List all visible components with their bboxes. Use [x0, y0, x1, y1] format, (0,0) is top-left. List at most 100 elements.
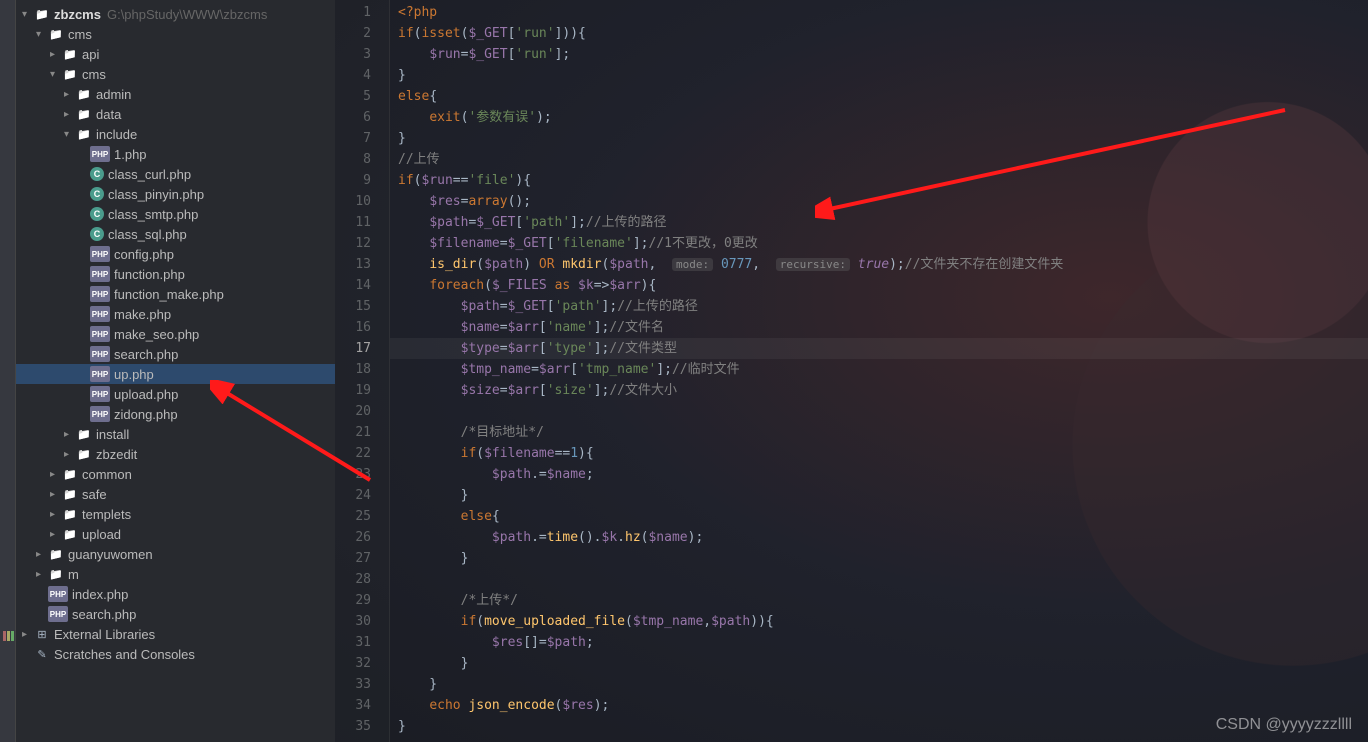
line-number[interactable]: 22 — [335, 443, 389, 464]
tree-item-search.php[interactable]: search.php — [16, 604, 335, 624]
chevron-icon[interactable]: ▸ — [50, 49, 60, 60]
line-number[interactable]: 31 — [335, 632, 389, 653]
line-number[interactable]: 30 — [335, 611, 389, 632]
editor[interactable]: 1234567891011121314151617181920212223242… — [335, 0, 1368, 742]
code-line[interactable]: //上传 — [398, 149, 1368, 170]
tree-item-cms[interactable]: ▾ cms — [16, 24, 335, 44]
tree-item-class_curl.php[interactable]: class_curl.php — [16, 164, 335, 184]
line-number[interactable]: 25 — [335, 506, 389, 527]
line-number[interactable]: 16 — [335, 317, 389, 338]
tree-item-function_make.php[interactable]: function_make.php — [16, 284, 335, 304]
code-line[interactable]: /*上传*/ — [398, 590, 1368, 611]
line-number[interactable]: 13 — [335, 254, 389, 275]
tree-item-zidong.php[interactable]: zidong.php — [16, 404, 335, 424]
line-number[interactable]: 26 — [335, 527, 389, 548]
code-line[interactable]: <?php — [398, 2, 1368, 23]
tree-item-common[interactable]: ▸ common — [16, 464, 335, 484]
code-line[interactable]: $size=$arr['size'];//文件大小 — [398, 380, 1368, 401]
tree-item-safe[interactable]: ▸ safe — [16, 484, 335, 504]
code-line[interactable]: $path.=time().$k.hz($name); — [398, 527, 1368, 548]
tree-item-make_seo.php[interactable]: make_seo.php — [16, 324, 335, 344]
code-line[interactable]: $path=$_GET['path'];//上传的路径 — [398, 296, 1368, 317]
line-number[interactable]: 6 — [335, 107, 389, 128]
line-number[interactable]: 1 — [335, 2, 389, 23]
tree-item-zbzedit[interactable]: ▸ zbzedit — [16, 444, 335, 464]
code-line[interactable]: } — [398, 653, 1368, 674]
chevron-icon[interactable]: ▸ — [50, 529, 60, 540]
code-line[interactable]: } — [398, 65, 1368, 86]
chevron-icon[interactable]: ▸ — [64, 449, 74, 460]
line-number[interactable]: 5 — [335, 86, 389, 107]
code-line[interactable]: /*目标地址*/ — [398, 422, 1368, 443]
line-number[interactable]: 18 — [335, 359, 389, 380]
tree-item-zbzcms[interactable]: ▾ zbzcms G:\phpStudy\WWW\zbzcms — [16, 4, 335, 24]
code-line[interactable]: is_dir($path) OR mkdir($path, mode: 0777… — [398, 254, 1368, 275]
tree-item-function.php[interactable]: function.php — [16, 264, 335, 284]
tree-item-upload.php[interactable]: upload.php — [16, 384, 335, 404]
line-number[interactable]: 9 — [335, 170, 389, 191]
code-line[interactable]: $type=$arr['type'];//文件类型 — [390, 338, 1368, 359]
code-line[interactable]: $res[]=$path; — [398, 632, 1368, 653]
line-number[interactable]: 4 — [335, 65, 389, 86]
line-number[interactable]: 28 — [335, 569, 389, 590]
code-line[interactable]: $res=array(); — [398, 191, 1368, 212]
code-line[interactable]: } — [398, 485, 1368, 506]
chevron-icon[interactable]: ▸ — [50, 469, 60, 480]
tree-item-install[interactable]: ▸ install — [16, 424, 335, 444]
tree-item-config.php[interactable]: config.php — [16, 244, 335, 264]
tree-item-class_smtp.php[interactable]: class_smtp.php — [16, 204, 335, 224]
line-number[interactable]: 21 — [335, 422, 389, 443]
code-line[interactable]: } — [398, 548, 1368, 569]
line-number[interactable]: 7 — [335, 128, 389, 149]
line-number[interactable]: 32 — [335, 653, 389, 674]
tree-item-m[interactable]: ▸ m — [16, 564, 335, 584]
code-line[interactable]: echo json_encode($res); — [398, 695, 1368, 716]
chevron-icon[interactable]: ▸ — [50, 489, 60, 500]
chevron-icon[interactable]: ▾ — [22, 9, 32, 20]
line-number[interactable]: 14 — [335, 275, 389, 296]
tree-item-class_sql.php[interactable]: class_sql.php — [16, 224, 335, 244]
chevron-icon[interactable]: ▸ — [36, 569, 46, 580]
chevron-icon[interactable]: ▾ — [36, 29, 46, 40]
tree-item-class_pinyin.php[interactable]: class_pinyin.php — [16, 184, 335, 204]
line-number[interactable]: 24 — [335, 485, 389, 506]
tree-item-cms[interactable]: ▾ cms — [16, 64, 335, 84]
code-line[interactable]: if($filename==1){ — [398, 443, 1368, 464]
line-number[interactable]: 19 — [335, 380, 389, 401]
code-line[interactable]: else{ — [398, 506, 1368, 527]
structure-icon[interactable] — [2, 630, 14, 642]
code-line[interactable]: } — [398, 674, 1368, 695]
code-line[interactable] — [398, 569, 1368, 590]
code-line[interactable]: if(move_uploaded_file($tmp_name,$path)){ — [398, 611, 1368, 632]
tree-item-index.php[interactable]: index.php — [16, 584, 335, 604]
code-line[interactable] — [398, 401, 1368, 422]
tree-item-External Libraries[interactable]: ▸ ⊞ External Libraries — [16, 624, 335, 644]
tree-item-admin[interactable]: ▸ admin — [16, 84, 335, 104]
chevron-icon[interactable]: ▸ — [50, 509, 60, 520]
chevron-icon[interactable]: ▸ — [64, 429, 74, 440]
chevron-icon[interactable]: ▸ — [36, 549, 46, 560]
line-number[interactable]: 35 — [335, 716, 389, 737]
tree-item-1.php[interactable]: 1.php — [16, 144, 335, 164]
tree-item-data[interactable]: ▸ data — [16, 104, 335, 124]
tree-item-guanyuwomen[interactable]: ▸ guanyuwomen — [16, 544, 335, 564]
project-explorer[interactable]: ▾ zbzcms G:\phpStudy\WWW\zbzcms ▾ cms ▸ … — [0, 0, 335, 742]
code-line[interactable]: if(isset($_GET['run'])){ — [398, 23, 1368, 44]
tree-item-api[interactable]: ▸ api — [16, 44, 335, 64]
code-line[interactable]: $filename=$_GET['filename'];//1不更改，0更改 — [398, 233, 1368, 254]
tree-item-upload[interactable]: ▸ upload — [16, 524, 335, 544]
code-line[interactable]: foreach($_FILES as $k=>$arr){ — [398, 275, 1368, 296]
code-line[interactable]: $path=$_GET['path'];//上传的路径 — [398, 212, 1368, 233]
chevron-icon[interactable]: ▸ — [22, 629, 32, 640]
tree-item-search.php[interactable]: search.php — [16, 344, 335, 364]
code-line[interactable]: else{ — [398, 86, 1368, 107]
code-line[interactable]: if($run=='file'){ — [398, 170, 1368, 191]
code-line[interactable]: $path.=$name; — [398, 464, 1368, 485]
code-line[interactable]: } — [398, 128, 1368, 149]
chevron-icon[interactable]: ▾ — [50, 69, 60, 80]
line-number[interactable]: 3 — [335, 44, 389, 65]
line-gutter[interactable]: 1234567891011121314151617181920212223242… — [335, 0, 390, 742]
chevron-icon[interactable]: ▸ — [64, 89, 74, 100]
line-number[interactable]: 17 — [335, 338, 389, 359]
chevron-icon[interactable]: ▸ — [64, 109, 74, 120]
